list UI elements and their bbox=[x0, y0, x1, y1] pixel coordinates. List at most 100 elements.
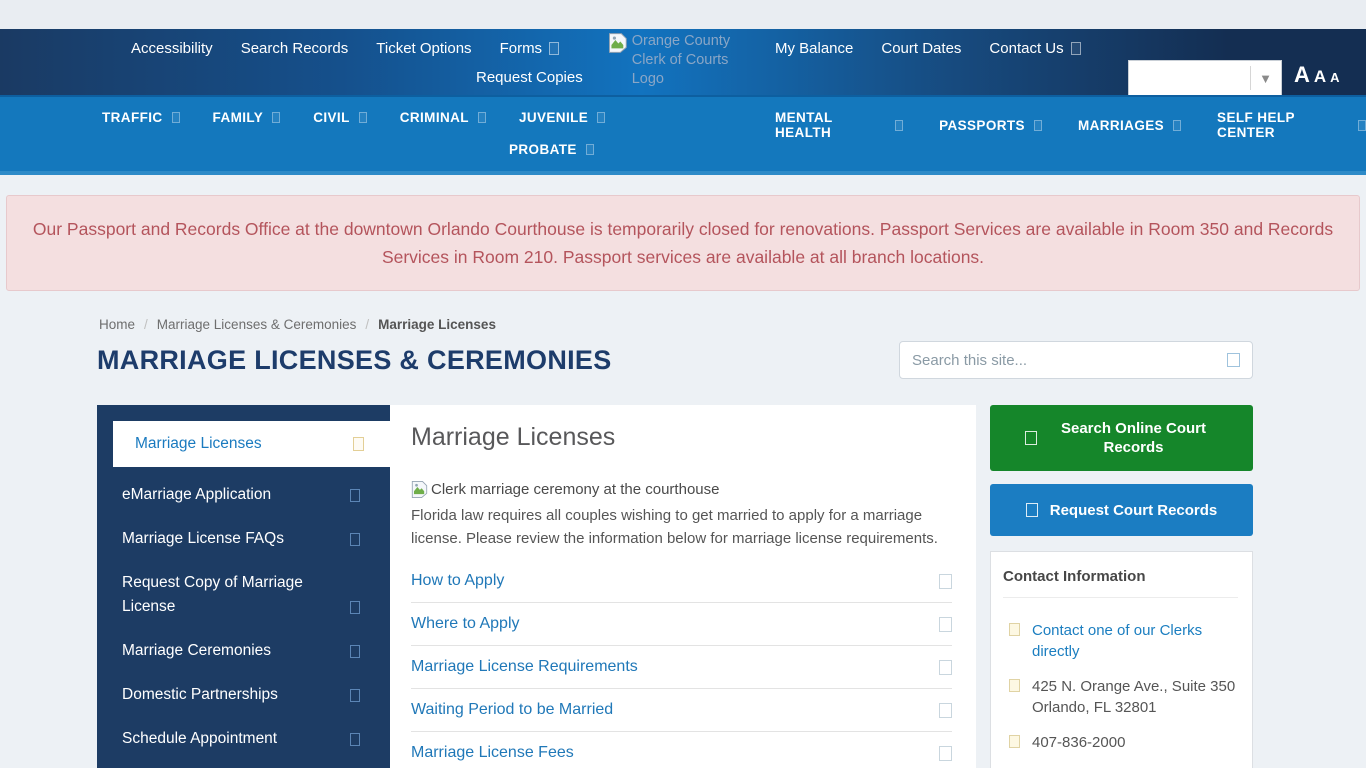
nav-ticket-options[interactable]: Ticket Options bbox=[376, 40, 471, 57]
link-icon bbox=[350, 689, 360, 702]
search-online-court-records-button[interactable]: Search Online Court Records bbox=[990, 405, 1253, 471]
nav-criminal[interactable]: CRIMINAL bbox=[400, 110, 486, 125]
sidebar-item-emarriage-application[interactable]: eMarriage Application bbox=[97, 473, 390, 517]
request-court-records-button[interactable]: Request Court Records bbox=[990, 484, 1253, 536]
broken-image-icon bbox=[411, 480, 428, 499]
sidebar-item-request-copy-of-marriage-license[interactable]: Request Copy of Marriage License bbox=[97, 561, 390, 629]
site-logo[interactable]: Orange County Clerk of Courts Logo bbox=[608, 32, 758, 89]
accordion-marriage-license-fees[interactable]: Marriage License Fees bbox=[411, 732, 952, 768]
sidebar-item-marriage-license-faqs[interactable]: Marriage License FAQs bbox=[97, 517, 390, 561]
nav-passports[interactable]: PASSPORTS bbox=[939, 118, 1042, 133]
sidebar-item-schedule-appointment[interactable]: Schedule Appointment bbox=[97, 717, 390, 761]
language-select[interactable]: ▼ bbox=[1128, 60, 1282, 96]
font-size-small-button[interactable]: A bbox=[1330, 70, 1339, 85]
breadcrumb-separator: / bbox=[144, 317, 148, 332]
breadcrumb-separator: / bbox=[365, 317, 369, 332]
content-heading: Marriage Licenses bbox=[411, 423, 952, 452]
nav-request-copies[interactable]: Request Copies bbox=[476, 69, 583, 86]
phone-number: 407-836-2000 bbox=[1032, 732, 1125, 753]
site-search bbox=[899, 341, 1253, 379]
sidebar-item-marriage-ceremonies[interactable]: Marriage Ceremonies bbox=[97, 629, 390, 673]
font-size-large-button[interactable]: A bbox=[1294, 62, 1310, 88]
nav-civil[interactable]: CIVIL bbox=[313, 110, 367, 125]
passport-closure-alert: Our Passport and Records Office at the d… bbox=[6, 195, 1360, 291]
broken-image-icon bbox=[608, 32, 628, 54]
accordion-marriage-license-requirements[interactable]: Marriage License Requirements bbox=[411, 646, 952, 689]
nav-forms[interactable]: Forms bbox=[500, 40, 560, 57]
primary-nav-left: TRAFFIC FAMILY CIVIL CRIMINAL JUVENILE bbox=[102, 110, 605, 125]
search-icon bbox=[1025, 431, 1037, 445]
section-sidebar: Marriage Licenses eMarriage Application … bbox=[97, 405, 390, 768]
expand-icon bbox=[939, 703, 952, 718]
dropdown-indicator-icon bbox=[172, 112, 180, 123]
link-icon bbox=[350, 645, 360, 658]
font-size-medium-button[interactable]: A bbox=[1314, 67, 1326, 87]
expand-icon bbox=[939, 617, 952, 632]
breadcrumb: Home / Marriage Licenses & Ceremonies / … bbox=[99, 317, 496, 332]
accordion-list: How to Apply Where to Apply Marriage Lic… bbox=[411, 560, 952, 768]
nav-self-help-center[interactable]: SELF HELP CENTER bbox=[1217, 110, 1366, 140]
logo-alt-text: Orange County Clerk of Courts Logo bbox=[632, 32, 758, 89]
primary-nav: TRAFFIC FAMILY CIVIL CRIMINAL JUVENILE M… bbox=[0, 95, 1366, 175]
font-size-controls: A A A bbox=[1294, 62, 1340, 88]
dropdown-indicator-icon bbox=[272, 112, 280, 123]
broken-content-image: Clerk marriage ceremony at the courthous… bbox=[411, 480, 952, 499]
nav-juvenile[interactable]: JUVENILE bbox=[519, 110, 605, 125]
site-search-input[interactable] bbox=[912, 352, 1227, 369]
nav-mental-health[interactable]: MENTAL HEALTH bbox=[775, 110, 903, 140]
contact-phone-item: 407-836-2000 bbox=[1003, 732, 1238, 753]
nav-court-dates[interactable]: Court Dates bbox=[881, 40, 961, 57]
phone-icon bbox=[1009, 623, 1020, 636]
dropdown-indicator-icon bbox=[359, 112, 367, 123]
contact-clerk-link[interactable]: Contact one of our Clerks directly bbox=[1032, 620, 1207, 662]
nav-accessibility[interactable]: Accessibility bbox=[131, 40, 213, 57]
nav-traffic[interactable]: TRAFFIC bbox=[102, 110, 180, 125]
site-header: Accessibility Search Records Ticket Opti… bbox=[0, 29, 1366, 95]
dropdown-indicator-icon bbox=[1358, 120, 1366, 131]
contact-clerk-item: Contact one of our Clerks directly bbox=[1003, 620, 1238, 662]
link-icon bbox=[350, 533, 360, 546]
expand-icon bbox=[939, 574, 952, 589]
dropdown-indicator-icon bbox=[895, 120, 903, 131]
bookmark-icon bbox=[353, 437, 364, 451]
search-icon[interactable] bbox=[1227, 353, 1240, 367]
dropdown-indicator-icon bbox=[1071, 42, 1081, 55]
nav-search-records[interactable]: Search Records bbox=[241, 40, 349, 57]
top-strip bbox=[0, 0, 1366, 29]
primary-nav-right: MENTAL HEALTH PASSPORTS MARRIAGES SELF H… bbox=[775, 110, 1366, 140]
breadcrumb-current: Marriage Licenses bbox=[378, 317, 496, 332]
utility-nav-left: Accessibility Search Records Ticket Opti… bbox=[131, 29, 559, 67]
address-line2: Orlando, FL 32801 bbox=[1032, 699, 1157, 716]
nav-marriages[interactable]: MARRIAGES bbox=[1078, 118, 1181, 133]
dropdown-indicator-icon bbox=[549, 42, 559, 55]
contact-list: Contact one of our Clerks directly 425 N… bbox=[1003, 620, 1238, 768]
select-divider bbox=[1250, 66, 1251, 90]
document-icon bbox=[1026, 503, 1038, 517]
breadcrumb-home[interactable]: Home bbox=[99, 317, 135, 332]
expand-icon bbox=[939, 746, 952, 761]
utility-nav-right: My Balance Court Dates Contact Us bbox=[775, 29, 1081, 67]
main-content: Marriage Licenses Clerk marriage ceremon… bbox=[390, 405, 976, 768]
link-icon bbox=[350, 733, 360, 746]
primary-nav-row2: PROBATE bbox=[509, 142, 594, 157]
breadcrumb-marriage-licenses-ceremonies[interactable]: Marriage Licenses & Ceremonies bbox=[157, 317, 357, 332]
contact-address-item: 425 N. Orange Ave., Suite 350Orlando, FL… bbox=[1003, 676, 1238, 718]
accordion-where-to-apply[interactable]: Where to Apply bbox=[411, 603, 952, 646]
contact-information-card: Contact Information Contact one of our C… bbox=[990, 551, 1253, 768]
phone-icon bbox=[1009, 735, 1020, 748]
nav-my-balance[interactable]: My Balance bbox=[775, 40, 853, 57]
dropdown-indicator-icon bbox=[1173, 120, 1181, 131]
nav-probate[interactable]: PROBATE bbox=[509, 142, 594, 157]
sidebar-item-domestic-partnerships[interactable]: Domestic Partnerships bbox=[97, 673, 390, 717]
intro-paragraph: Florida law requires all couples wishing… bbox=[411, 505, 961, 550]
accordion-how-to-apply[interactable]: How to Apply bbox=[411, 560, 952, 603]
link-icon bbox=[350, 489, 360, 502]
sidebar-item-marriage-licenses[interactable]: Marriage Licenses bbox=[113, 421, 390, 467]
link-icon bbox=[350, 601, 360, 614]
dropdown-indicator-icon bbox=[586, 144, 594, 155]
accordion-waiting-period-to-be-married[interactable]: Waiting Period to be Married bbox=[411, 689, 952, 732]
expand-icon bbox=[939, 660, 952, 675]
dropdown-indicator-icon bbox=[1034, 120, 1042, 131]
nav-family[interactable]: FAMILY bbox=[213, 110, 281, 125]
nav-contact-us[interactable]: Contact Us bbox=[989, 40, 1080, 57]
